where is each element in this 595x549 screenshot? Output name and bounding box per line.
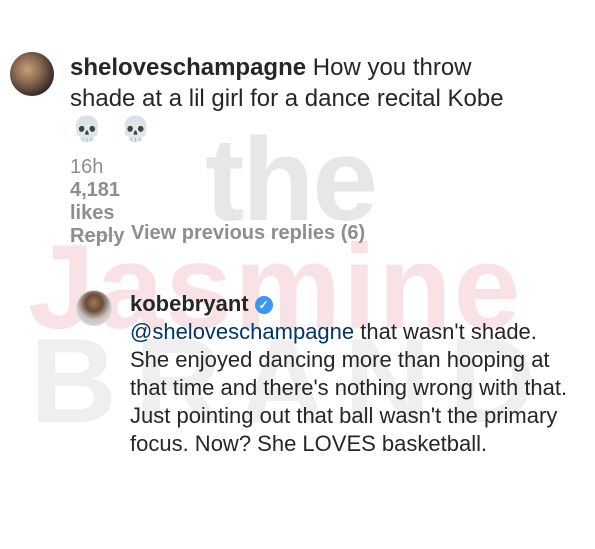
- comment-time: 16h: [70, 156, 104, 178]
- comment-likes[interactable]: 4,181 likes: [70, 179, 120, 224]
- avatar[interactable]: [10, 52, 54, 96]
- reply-mention[interactable]: @sheloveschampagne: [130, 319, 354, 344]
- skull-emoji-icon: 💀 💀: [72, 116, 157, 143]
- reply-username[interactable]: kobebryant: [130, 291, 249, 316]
- view-previous-replies-button[interactable]: View previous replies (6): [131, 222, 365, 245]
- reply-body: kobebryant ✓ @sheloveschampagne that wasn…: [130, 290, 570, 458]
- comment-username[interactable]: sheloveschampagne: [70, 54, 306, 81]
- verified-badge-icon: ✓: [254, 296, 273, 314]
- comment-body: sheloveschampagne How you throw shade at…: [70, 52, 540, 145]
- reply-button[interactable]: Reply: [70, 225, 124, 247]
- comment-meta: 16h 4,181 likes Reply: [70, 156, 154, 248]
- reply-avatar[interactable]: [76, 290, 112, 326]
